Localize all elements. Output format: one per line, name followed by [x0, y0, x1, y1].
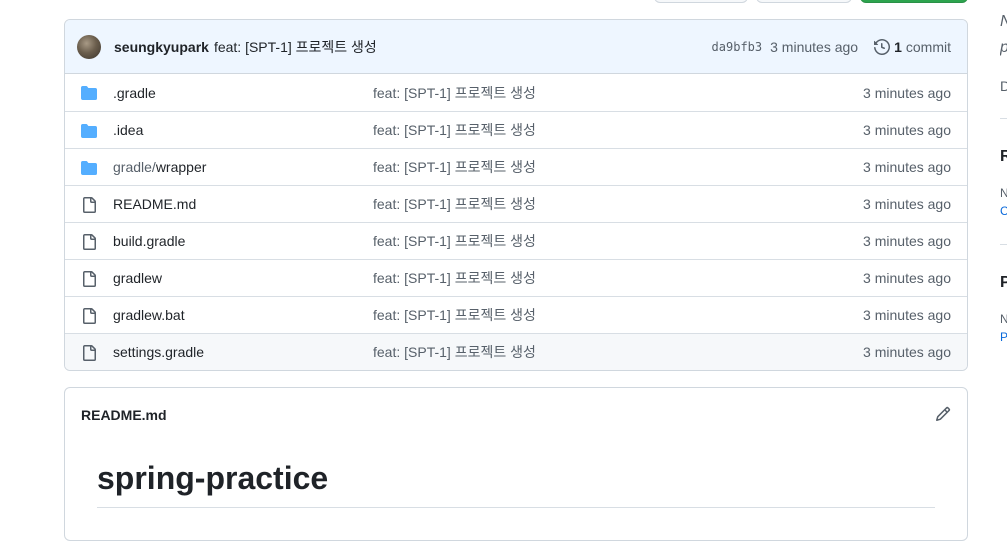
file-row[interactable]: .gradle feat: [SPT-1] 프로젝트 생성 3 minutes … [65, 74, 967, 111]
readme-heading: spring-practice [97, 460, 329, 496]
code-button[interactable] [860, 0, 968, 3]
file-commit-time: 3 minutes ago [863, 307, 951, 323]
top-button-2[interactable] [756, 0, 852, 3]
file-commit-message[interactable]: feat: [SPT-1] 프로젝트 생성 [373, 194, 536, 214]
file-commit-message[interactable]: feat: [SPT-1] 프로젝트 생성 [373, 305, 536, 325]
file-name[interactable]: .idea [113, 122, 143, 138]
sidebar-packages-text: N [1000, 312, 1007, 326]
commit-count: 1 [894, 38, 902, 55]
top-button-1[interactable] [654, 0, 748, 3]
file-commit-time: 3 minutes ago [863, 84, 951, 101]
file-icon [83, 308, 96, 324]
file-row[interactable]: .idea feat: [SPT-1] 프로젝트 생성 3 minutes ag… [65, 111, 967, 148]
sidebar-divider [1000, 244, 1007, 245]
file-commit-message[interactable]: feat: [SPT-1] 프로젝트 생성 [373, 231, 536, 251]
file-name[interactable]: build.gradle [113, 233, 185, 249]
folder-icon [81, 161, 97, 175]
sidebar-releases-link[interactable]: C [1000, 204, 1007, 218]
history-icon [874, 38, 891, 55]
readme-filename[interactable]: README.md [81, 407, 167, 423]
sidebar-description-line-2: p [1000, 39, 1007, 57]
commit-author[interactable]: seungkyupark [114, 39, 209, 55]
file-name[interactable]: README.md [113, 196, 196, 212]
sidebar-heading-packages[interactable]: P [1000, 274, 1007, 292]
file-name[interactable]: gradle/wrapper [113, 159, 206, 175]
file-row[interactable]: gradle/wrapper feat: [SPT-1] 프로젝트 생성 3 m… [65, 148, 967, 185]
folder-icon [81, 86, 97, 100]
commit-count-label: commit [905, 38, 951, 55]
sidebar-text-line-3: D [1000, 78, 1007, 94]
file-row[interactable]: README.md feat: [SPT-1] 프로젝트 생성 3 minute… [65, 185, 967, 222]
readme-panel: README.md spring-practice [64, 387, 968, 541]
sidebar-description-line-1: N [1000, 13, 1007, 31]
file-commit-message[interactable]: feat: [SPT-1] 프로젝트 생성 [373, 268, 536, 288]
file-commit-message[interactable]: feat: [SPT-1] 프로젝트 생성 [373, 342, 536, 362]
heading-divider [97, 507, 935, 508]
file-icon [83, 271, 96, 287]
commit-time: 3 minutes ago [770, 38, 859, 55]
sidebar-packages-link[interactable]: P [1000, 330, 1007, 344]
sidebar-heading-releases[interactable]: R [1000, 148, 1007, 166]
sidebar-releases-text: N [1000, 186, 1007, 200]
file-commit-message[interactable]: feat: [SPT-1] 프로젝트 생성 [373, 157, 536, 177]
file-row[interactable]: settings.gradle feat: [SPT-1] 프로젝트 생성 3 … [65, 333, 967, 370]
file-row[interactable]: gradlew.bat feat: [SPT-1] 프로젝트 생성 3 minu… [65, 296, 967, 333]
file-icon [83, 234, 96, 250]
sidebar-divider [1000, 118, 1007, 119]
commit-sha[interactable]: da9bfb3 [712, 40, 763, 54]
file-commit-time: 3 minutes ago [863, 270, 951, 286]
folder-icon [81, 124, 97, 138]
pencil-icon[interactable] [935, 406, 951, 422]
file-commit-time: 3 minutes ago [863, 233, 951, 249]
file-commit-message[interactable]: feat: [SPT-1] 프로젝트 생성 [373, 120, 536, 140]
about-sidebar: N p D R N C P N P [1000, 0, 1007, 552]
latest-commit-bar: seungkyupark feat: [SPT-1] 프로젝트 생성 da9bf… [65, 20, 967, 74]
file-name[interactable]: gradlew.bat [113, 307, 185, 323]
file-icon [83, 197, 96, 213]
file-name[interactable]: .gradle [113, 85, 156, 101]
file-row[interactable]: gradlew feat: [SPT-1] 프로젝트 생성 3 minutes … [65, 259, 967, 296]
file-name[interactable]: settings.gradle [113, 344, 204, 360]
file-commit-message[interactable]: feat: [SPT-1] 프로젝트 생성 [373, 83, 536, 103]
commit-message[interactable]: feat: [SPT-1] 프로젝트 생성 [214, 37, 377, 57]
file-commit-time: 3 minutes ago [863, 159, 951, 175]
file-commit-time: 3 minutes ago [863, 196, 951, 212]
file-icon [83, 345, 96, 361]
author-avatar[interactable] [77, 34, 101, 59]
commit-history-link[interactable]: 1 commit [874, 39, 951, 55]
file-name[interactable]: gradlew [113, 270, 162, 286]
file-browser: seungkyupark feat: [SPT-1] 프로젝트 생성 da9bf… [64, 19, 968, 371]
file-row[interactable]: build.gradle feat: [SPT-1] 프로젝트 생성 3 min… [65, 222, 967, 259]
file-commit-time: 3 minutes ago [863, 122, 951, 138]
file-commit-time: 3 minutes ago [863, 344, 951, 360]
